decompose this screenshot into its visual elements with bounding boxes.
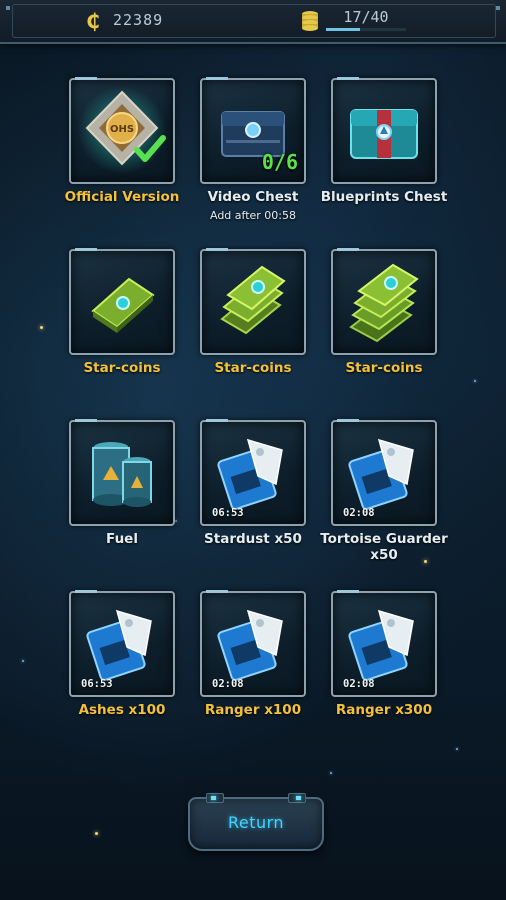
return-button[interactable]: Return [188,793,324,851]
item-tile[interactable]: 06:53 [200,419,306,526]
capacity-value: 17/40 [343,8,389,26]
top-resource-bar: ₵ 22389 17/40 [0,0,506,44]
item-tile[interactable]: 02:08 [331,590,437,697]
video-chest-count: 0/6 [261,150,298,174]
video-chest-cooldown: Add after 00:58 [209,209,296,222]
reward-item-fuel[interactable]: Fuel [57,419,187,547]
frame-corner-decor [496,6,500,10]
item-tile[interactable] [200,248,306,355]
return-button-label: Return [227,813,285,832]
currency-value: 22389 [113,11,164,29]
official-badge-icon: OHS [78,86,166,174]
item-tile[interactable]: 02:08 [331,419,437,526]
item-tile[interactable]: 06:53 [69,590,175,697]
reward-item-blueprints-chest[interactable]: Blueprints Chest [319,77,449,205]
reward-item-video-chest[interactable]: 0/6 Video Chest Add after 00:58 [188,77,318,222]
star-particle [40,326,43,329]
item-tile[interactable] [69,248,175,355]
frame-corner-decor [6,6,10,10]
star-particle [95,832,98,835]
reward-item-ranger-300[interactable]: 02:08 Ranger x300 [319,590,449,718]
reward-item-star-coins-2[interactable]: Star-coins [188,248,318,376]
item-timer: 02:08 [212,678,244,690]
capacity-progress-bar [326,28,406,31]
fuel-barrel-icon [92,442,152,507]
reward-item-star-coins-3[interactable]: Star-coins [319,248,449,376]
star-particle [22,660,24,662]
item-tile[interactable]: OHS [69,77,175,184]
star-particle [456,748,458,750]
item-label: Fuel [106,531,138,547]
item-label: Video Chest [207,189,299,205]
star-coins-icon [91,277,155,333]
item-timer: 02:08 [343,678,375,690]
item-label: Ashes x100 [78,702,166,718]
item-timer: 02:08 [343,507,375,519]
item-label: Ranger x100 [204,702,302,718]
blueprints-chest-icon [350,109,418,159]
item-label: Blueprints Chest [320,189,448,205]
reward-item-star-coins-1[interactable]: Star-coins [57,248,187,376]
item-timer: 06:53 [81,678,113,690]
item-label: Ranger x300 [335,702,433,718]
svg-text:OHS: OHS [110,124,134,135]
button-led-decor [211,796,216,800]
item-tile[interactable] [331,248,437,355]
item-tile[interactable]: 0/6 [200,77,306,184]
reward-item-ranger-100[interactable]: 02:08 Ranger x100 [188,590,318,718]
button-led-decor [296,796,301,800]
star-particle [330,772,332,774]
item-label: Stardust x50 [204,531,302,547]
star-coins-icon [349,263,419,343]
item-tile[interactable]: 02:08 [200,590,306,697]
item-tile[interactable] [331,77,437,184]
star-particle [474,380,476,382]
item-label: Star-coins [345,360,423,376]
item-label: Star-coins [214,360,292,376]
item-timer: 06:53 [212,507,244,519]
reward-item-tortoise-guarder[interactable]: 02:08 Tortoise Guarder x50 [319,419,449,563]
reward-item-official-version[interactable]: OHS Official Version [57,77,187,205]
item-label: Official Version [64,189,180,205]
capacity-progress-fill [326,28,360,31]
currency-icon: ₵ [86,9,100,33]
item-tile[interactable] [69,419,175,526]
capacity-stack-icon [302,11,318,31]
reward-item-stardust[interactable]: 06:53 Stardust x50 [188,419,318,547]
star-coins-icon [220,265,286,335]
reward-item-ashes[interactable]: 06:53 Ashes x100 [57,590,187,718]
item-label: Star-coins [83,360,161,376]
item-label: Tortoise Guarder x50 [320,531,448,563]
